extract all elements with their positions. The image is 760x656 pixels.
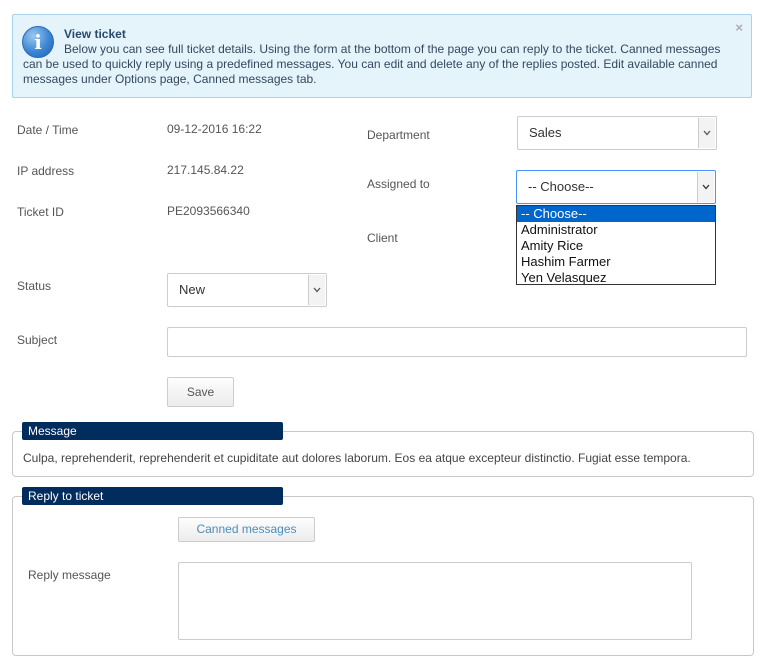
subject-input[interactable] xyxy=(167,327,747,357)
save-button[interactable]: Save xyxy=(167,377,234,407)
assigned-to-label: Assigned to xyxy=(367,177,430,191)
chevron-down-icon xyxy=(697,172,714,202)
assigned-to-dropdown-list: -- Choose-- Administrator Amity Rice Has… xyxy=(516,205,716,285)
info-notification: i View ticket Below you can see full tic… xyxy=(12,14,752,98)
status-label: Status xyxy=(17,279,52,293)
ticket-id-label: Ticket ID xyxy=(17,205,64,219)
dropdown-option[interactable]: Administrator xyxy=(517,222,715,238)
department-select-value: Sales xyxy=(529,125,562,140)
reply-panel-header: Reply to ticket xyxy=(22,487,283,505)
dropdown-option[interactable]: -- Choose-- xyxy=(517,206,715,222)
chevron-down-icon xyxy=(308,275,325,305)
canned-messages-button[interactable]: Canned messages xyxy=(178,517,315,542)
dropdown-option[interactable]: Amity Rice xyxy=(517,238,715,254)
ip-value: 217.145.84.22 xyxy=(167,163,244,177)
status-select[interactable]: New xyxy=(167,273,327,307)
ticket-id-value: PE2093566340 xyxy=(167,204,250,218)
dropdown-option[interactable]: Hashim Farmer xyxy=(517,254,715,270)
reply-message-label: Reply message xyxy=(28,568,111,582)
status-select-value: New xyxy=(179,282,206,297)
ip-label: IP address xyxy=(17,164,75,178)
assigned-to-select[interactable]: -- Choose-- xyxy=(516,170,716,204)
message-panel-header: Message xyxy=(22,422,283,440)
subject-label: Subject xyxy=(17,333,58,347)
message-body: Culpa, reprehenderit, reprehenderit et c… xyxy=(23,451,691,465)
department-label: Department xyxy=(367,128,430,142)
assigned-to-select-value: -- Choose-- xyxy=(528,179,594,194)
dropdown-option[interactable]: Yen Velasquez xyxy=(517,270,715,286)
client-label: Client xyxy=(367,231,398,245)
chevron-down-icon xyxy=(698,118,715,148)
close-icon[interactable]: × xyxy=(735,20,743,35)
date-value: 09-12-2016 16:22 xyxy=(167,122,262,136)
department-select[interactable]: Sales xyxy=(517,116,717,150)
date-label: Date / Time xyxy=(17,123,79,137)
info-text: Below you can see full ticket details. U… xyxy=(23,42,721,86)
info-title: View ticket xyxy=(64,27,126,41)
reply-message-textarea[interactable] xyxy=(178,562,692,640)
